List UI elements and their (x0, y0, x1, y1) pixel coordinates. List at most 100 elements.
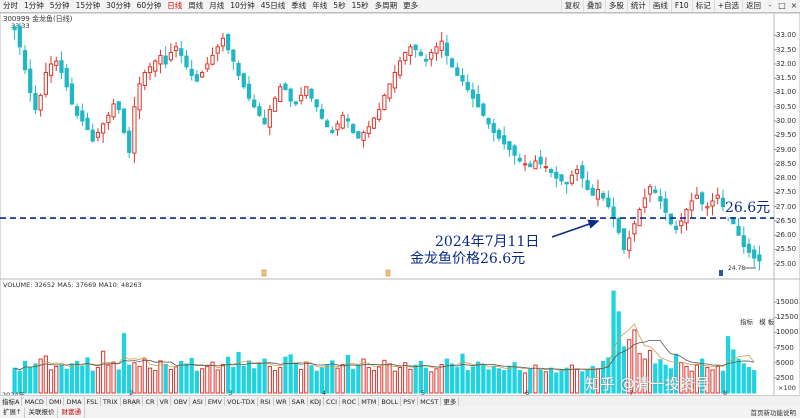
volume-bar (267, 365, 272, 394)
candle (361, 130, 366, 148)
volume-bar (559, 369, 564, 394)
candle (48, 55, 54, 83)
candle (554, 166, 559, 188)
indicator-tab-8[interactable]: VR (158, 396, 172, 407)
volume-bar (314, 370, 319, 394)
volume-bar (158, 360, 163, 394)
candle (314, 99, 319, 112)
candle (632, 220, 637, 242)
candle (267, 104, 272, 136)
volume-bar (413, 364, 418, 394)
volume-bar (444, 358, 450, 394)
indicator-tab-23[interactable]: 更多 (441, 396, 460, 407)
candle (481, 102, 486, 117)
candle (74, 103, 80, 119)
volume-bar (517, 370, 522, 394)
indicator-tab-10[interactable]: ASI (190, 396, 206, 407)
volume-bar (543, 371, 548, 394)
candle (64, 64, 69, 91)
volume-bar (304, 361, 309, 394)
indicator-tab-3[interactable]: DMA (64, 396, 85, 407)
annotation-arrow (551, 219, 600, 238)
indicator-tab-5[interactable]: TRIX (101, 396, 121, 407)
candle (736, 218, 741, 236)
indicator-tab-7[interactable]: CR (143, 396, 158, 407)
candlestick-chart (0, 12, 800, 397)
indicator-tab-6[interactable]: BRAR (121, 396, 144, 407)
volume-tick: 5000 (776, 358, 794, 367)
indicator-tab-11[interactable]: EMV (206, 396, 225, 407)
candle (418, 48, 423, 57)
indicator-tab-19[interactable]: MTM (359, 396, 380, 407)
indicator-tab-16[interactable]: KDJ (308, 396, 325, 407)
indicator-tab-17[interactable]: CCI (324, 396, 341, 407)
candle (705, 202, 710, 217)
volume-bar (507, 366, 512, 394)
volume-tick: 7500 (776, 343, 794, 352)
volume-tick: 12500 (776, 313, 799, 322)
indicator-tab-22[interactable]: MCST (418, 396, 442, 407)
indicator-tab-12[interactable]: VOL-TDX (225, 396, 259, 407)
bottom-bar: 扩展↑ 关联报价 财富通 (0, 406, 800, 418)
candle (12, 25, 17, 40)
volume-bar (554, 372, 559, 394)
candle (246, 76, 252, 102)
volume-bar (726, 336, 731, 394)
candle (283, 82, 288, 91)
candle (595, 179, 601, 207)
candle (257, 102, 262, 118)
candle (486, 117, 491, 129)
candle (408, 44, 413, 65)
indicator-tab-18[interactable]: ROC (340, 396, 360, 407)
candle (653, 185, 658, 194)
indicator-tab-4[interactable]: FSL (85, 396, 101, 407)
candle (340, 111, 345, 130)
bottom-tab-1[interactable]: 关联报价 (25, 406, 59, 418)
indicator-tab-21[interactable]: PSY (401, 396, 419, 407)
volume-bar (184, 363, 189, 394)
candle (502, 126, 507, 150)
volume-bar (28, 367, 33, 394)
volume-bar (90, 370, 95, 394)
event-marker-1 (385, 269, 391, 277)
candle (491, 118, 496, 142)
candle (236, 60, 241, 81)
volume-bar (283, 356, 288, 394)
indicator-tab-13[interactable]: RSI (258, 396, 274, 407)
volume-bar (345, 354, 351, 394)
event-marker-0 (261, 269, 267, 277)
candle (22, 45, 28, 75)
candle (465, 74, 470, 93)
volume-bar (226, 356, 231, 394)
volume-bar (298, 368, 304, 394)
candle (210, 47, 215, 66)
candle (757, 245, 762, 271)
volume-bar (33, 363, 38, 394)
volume-bar (215, 369, 220, 394)
indicator-tab-14[interactable]: WR (274, 396, 290, 407)
bottom-right-link[interactable]: 首页新功能说明 (751, 407, 797, 417)
indicator-tab-9[interactable]: OBV (171, 396, 191, 407)
candle (538, 150, 543, 169)
indicator-tab-0[interactable]: 指标A (0, 396, 23, 407)
volume-bar (746, 367, 752, 394)
candle (179, 40, 184, 64)
candle (397, 56, 403, 79)
indicator-tab-15[interactable]: SAR (290, 396, 308, 407)
volume-bar (59, 364, 64, 394)
volume-bar (429, 371, 434, 394)
indicator-tab-20[interactable]: BOLL (379, 396, 402, 407)
bottom-tab-0[interactable]: 扩展↑ (0, 406, 26, 418)
volume-bar (439, 364, 444, 394)
indicator-tab-1[interactable]: MACD (22, 396, 47, 407)
candle (647, 183, 653, 203)
bottom-tab-2[interactable]: 财富通 (58, 406, 85, 418)
volume-bar (54, 365, 59, 394)
candle (564, 181, 569, 194)
volume-bar (147, 367, 153, 394)
candle (752, 245, 757, 267)
volume-bar (533, 364, 538, 394)
volume-bar (465, 370, 470, 394)
indicator-tab-2[interactable]: DMI (47, 396, 65, 407)
candle (38, 93, 43, 117)
